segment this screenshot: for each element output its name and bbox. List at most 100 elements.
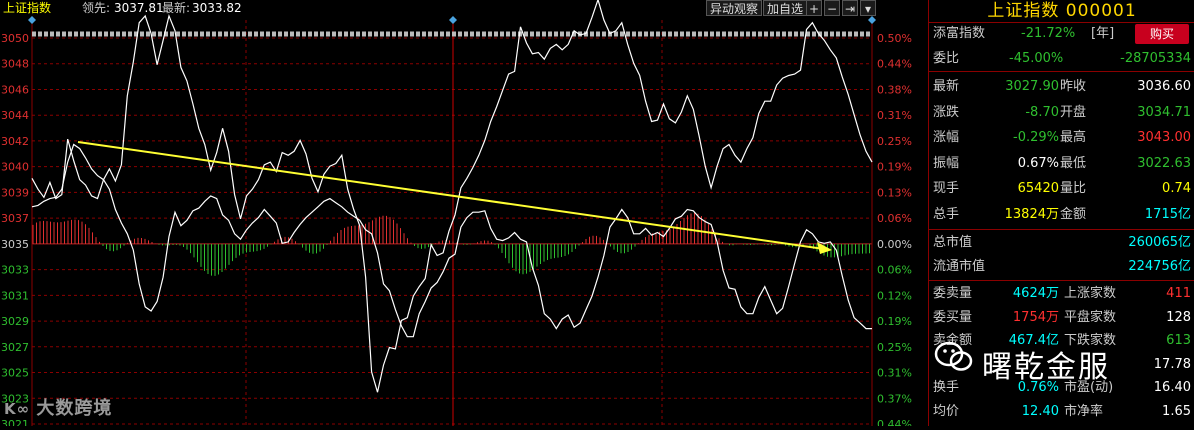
stat-value: 128: [1166, 309, 1191, 325]
left-axis-label: 3039: [1, 186, 29, 199]
stat-value: 17.78: [1153, 356, 1191, 372]
stat-row: 涨跌 -8.70 开盘 3034.71: [929, 102, 1194, 123]
lead-value: 3037.81: [114, 1, 164, 15]
stat-label: 现手: [933, 181, 960, 196]
stat-row: 现手 65420 量比 0.74: [929, 178, 1194, 199]
stat-label: 最新: [933, 79, 960, 94]
time-marker-icon: [868, 16, 876, 24]
stat-value: 613: [1166, 333, 1191, 348]
stat-value: 411: [1166, 286, 1191, 301]
stat-value: 0.74: [1162, 181, 1191, 196]
stat-value: 16.40: [1153, 380, 1191, 395]
stat-label: 涨幅: [933, 130, 960, 145]
lead-label: 领先:: [82, 1, 111, 15]
right-axis-label: 0.31%: [877, 367, 912, 380]
stat-label: 总市值: [933, 235, 973, 250]
latest-label: 最新:: [162, 1, 191, 15]
stat-label: 昨收: [1060, 79, 1087, 94]
time-marker-icon: [449, 16, 457, 24]
stat-value: -0.29%: [1013, 130, 1059, 145]
stat-row: 涨幅 -0.29% 最高 3043.00: [929, 127, 1194, 148]
stat-value: 1715亿: [1144, 206, 1191, 222]
right-axis-label: 0.00%: [877, 238, 912, 251]
zoom-in-button[interactable]: +: [806, 0, 822, 16]
watermark-logo-icon: K∞: [4, 400, 37, 418]
anomaly-watch-button[interactable]: 异动观察: [706, 0, 763, 16]
order-ratio-row: 委比 -45.00% -28705334: [933, 51, 1191, 66]
stat-row: 总手 13824万 金额 1715亿: [929, 204, 1194, 225]
right-axis-label: 0.25%: [877, 341, 912, 354]
stat-value: 260065亿: [1128, 235, 1191, 250]
stat-label: 流通市值: [933, 259, 986, 274]
stat-value: 3027.90: [1005, 79, 1059, 94]
chart-topbar: 上证指数 领先: 3037.81 最新: 3033.82 异动观察 加自选 + …: [0, 0, 928, 16]
order-row: 委买量 1754万 平盘家数 128: [929, 307, 1194, 328]
right-axis-label: 0.50%: [877, 32, 912, 45]
divider: [929, 280, 1194, 281]
right-axis-label: 0.19%: [877, 315, 912, 328]
stat-value: 13824万: [1004, 206, 1059, 222]
panel-title: 上证指数 000001: [987, 1, 1137, 21]
order-row: 委卖量 4624万 上涨家数 411: [929, 283, 1194, 304]
index-name: 上证指数: [3, 1, 52, 15]
left-axis-label: 3029: [1, 315, 29, 328]
trend-arrow-line: [77, 141, 825, 250]
price-line-lower: [31, 143, 872, 338]
right-axis-label: 0.06%: [877, 264, 912, 277]
stat-label: 量比: [1060, 181, 1087, 196]
left-axis-label: 3044: [1, 109, 29, 122]
left-axis-label: 3042: [1, 135, 29, 148]
left-axis-label: 3033: [1, 264, 29, 277]
stat-label: 涨跌: [933, 104, 960, 120]
left-axis-label: 3050: [1, 32, 29, 45]
right-axis-label: 0.25%: [877, 135, 912, 148]
divider: [929, 71, 1194, 72]
pin-icon[interactable]: ⇥: [842, 0, 858, 16]
stat-label: 振幅: [933, 155, 960, 171]
stat-value: 1.65: [1162, 403, 1191, 419]
left-axis-label: 3048: [1, 58, 29, 71]
add-favorite-button[interactable]: 加自选: [763, 0, 808, 16]
stat-label: 平盘家数: [1064, 309, 1117, 325]
stat-value: 3043.00: [1137, 130, 1191, 145]
order-row: 均价 12.40 市净率 1.65: [929, 401, 1194, 422]
right-axis-label: 0.31%: [877, 109, 912, 122]
wechat-icon: [934, 341, 973, 371]
stat-value: -8.70: [1025, 104, 1059, 120]
stat-label: 委买量: [933, 309, 973, 325]
stat-label: 均价: [933, 403, 960, 419]
right-axis-label: 0.12%: [877, 289, 912, 302]
menu-dropdown-button[interactable]: ▾: [860, 0, 876, 16]
stat-label: 市净率: [1064, 403, 1104, 419]
zoom-out-button[interactable]: −: [824, 0, 840, 16]
stat-value: 3022.63: [1137, 155, 1191, 171]
left-axis-label: 3046: [1, 83, 29, 96]
left-axis-label: 3037: [1, 212, 29, 225]
stat-label: 金额: [1060, 206, 1087, 222]
stat-label: 委卖量: [933, 286, 973, 301]
stat-value: 0.67%: [1017, 155, 1059, 171]
intraday-chart[interactable]: 3050 0.50% 3048 0.44% 3046 0.38% 3044 0.31% 3042…: [0, 0, 928, 430]
left-axis-label: 3035: [1, 238, 29, 251]
stat-value: 3036.60: [1137, 79, 1191, 94]
right-axis-label: 0.13%: [877, 186, 912, 199]
stat-label: 总手: [933, 206, 960, 222]
stat-value: 4624万: [1012, 286, 1059, 301]
right-axis-label: 0.44%: [877, 418, 912, 426]
left-watermark: K∞ 大数跨境: [4, 398, 113, 419]
chart-canvas[interactable]: 3050 0.50% 3048 0.44% 3046 0.38% 3044 0.31% 3042…: [0, 0, 928, 430]
divider: [929, 229, 1194, 230]
right-axis-label: 0.19%: [877, 161, 912, 174]
latest-value: 3033.82: [192, 1, 242, 15]
stat-row: 振幅 0.67% 最低 3022.63: [929, 153, 1194, 174]
stat-value: 224756亿: [1128, 259, 1191, 274]
left-axis-label: 3031: [1, 289, 29, 302]
right-axis-label: 0.38%: [877, 83, 912, 96]
left-axis-label: 3025: [1, 367, 29, 380]
market-cap-row: 总市值 260065亿: [929, 232, 1194, 253]
market-cap-row: 流通市值 224756亿: [929, 256, 1194, 277]
time-marker-icon: [28, 16, 36, 24]
buy-button[interactable]: 购买: [1135, 24, 1189, 44]
stat-value: 65420: [1017, 181, 1059, 196]
left-axis-label: 3027: [1, 341, 29, 354]
